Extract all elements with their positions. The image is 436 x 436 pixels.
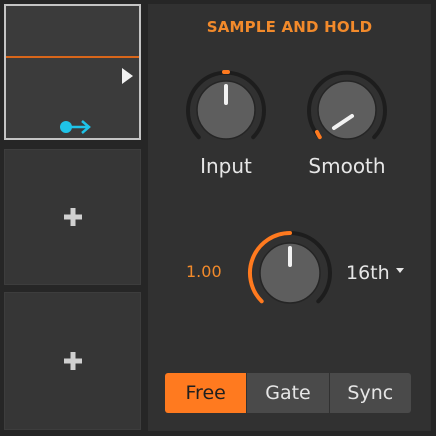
rate-unit-dropdown[interactable]: 16th — [346, 262, 404, 284]
mode-sync-button[interactable]: Sync — [329, 373, 411, 413]
slot-sample-and-hold[interactable] — [4, 4, 141, 140]
smooth-knob[interactable] — [303, 66, 391, 154]
plus-icon — [63, 208, 82, 226]
add-slot-button[interactable] — [4, 149, 141, 285]
play-triangle-icon[interactable] — [122, 68, 133, 84]
smooth-label: Smooth — [308, 154, 386, 178]
rate-value: 1.00 — [186, 262, 222, 281]
module-title: SAMPLE AND HOLD — [206, 18, 373, 36]
plus-icon — [63, 352, 82, 370]
rate-knob[interactable] — [244, 227, 336, 319]
modulation-output-line — [6, 56, 139, 58]
sample-and-hold-panel: SAMPLE AND HOLD Input Smooth 1.00 16th F… — [148, 4, 431, 431]
chevron-down-icon — [395, 268, 404, 273]
add-slot-button[interactable] — [4, 292, 141, 430]
mode-selector: Free Gate Sync — [165, 373, 411, 413]
mode-gate-button[interactable]: Gate — [247, 373, 330, 413]
rate-unit-label: 16th — [346, 262, 390, 284]
sample-and-hold-icon — [60, 120, 91, 134]
input-knob[interactable] — [182, 66, 270, 154]
mode-free-button[interactable]: Free — [165, 373, 248, 413]
device-slot-column — [0, 0, 148, 436]
input-label: Input — [200, 154, 252, 178]
